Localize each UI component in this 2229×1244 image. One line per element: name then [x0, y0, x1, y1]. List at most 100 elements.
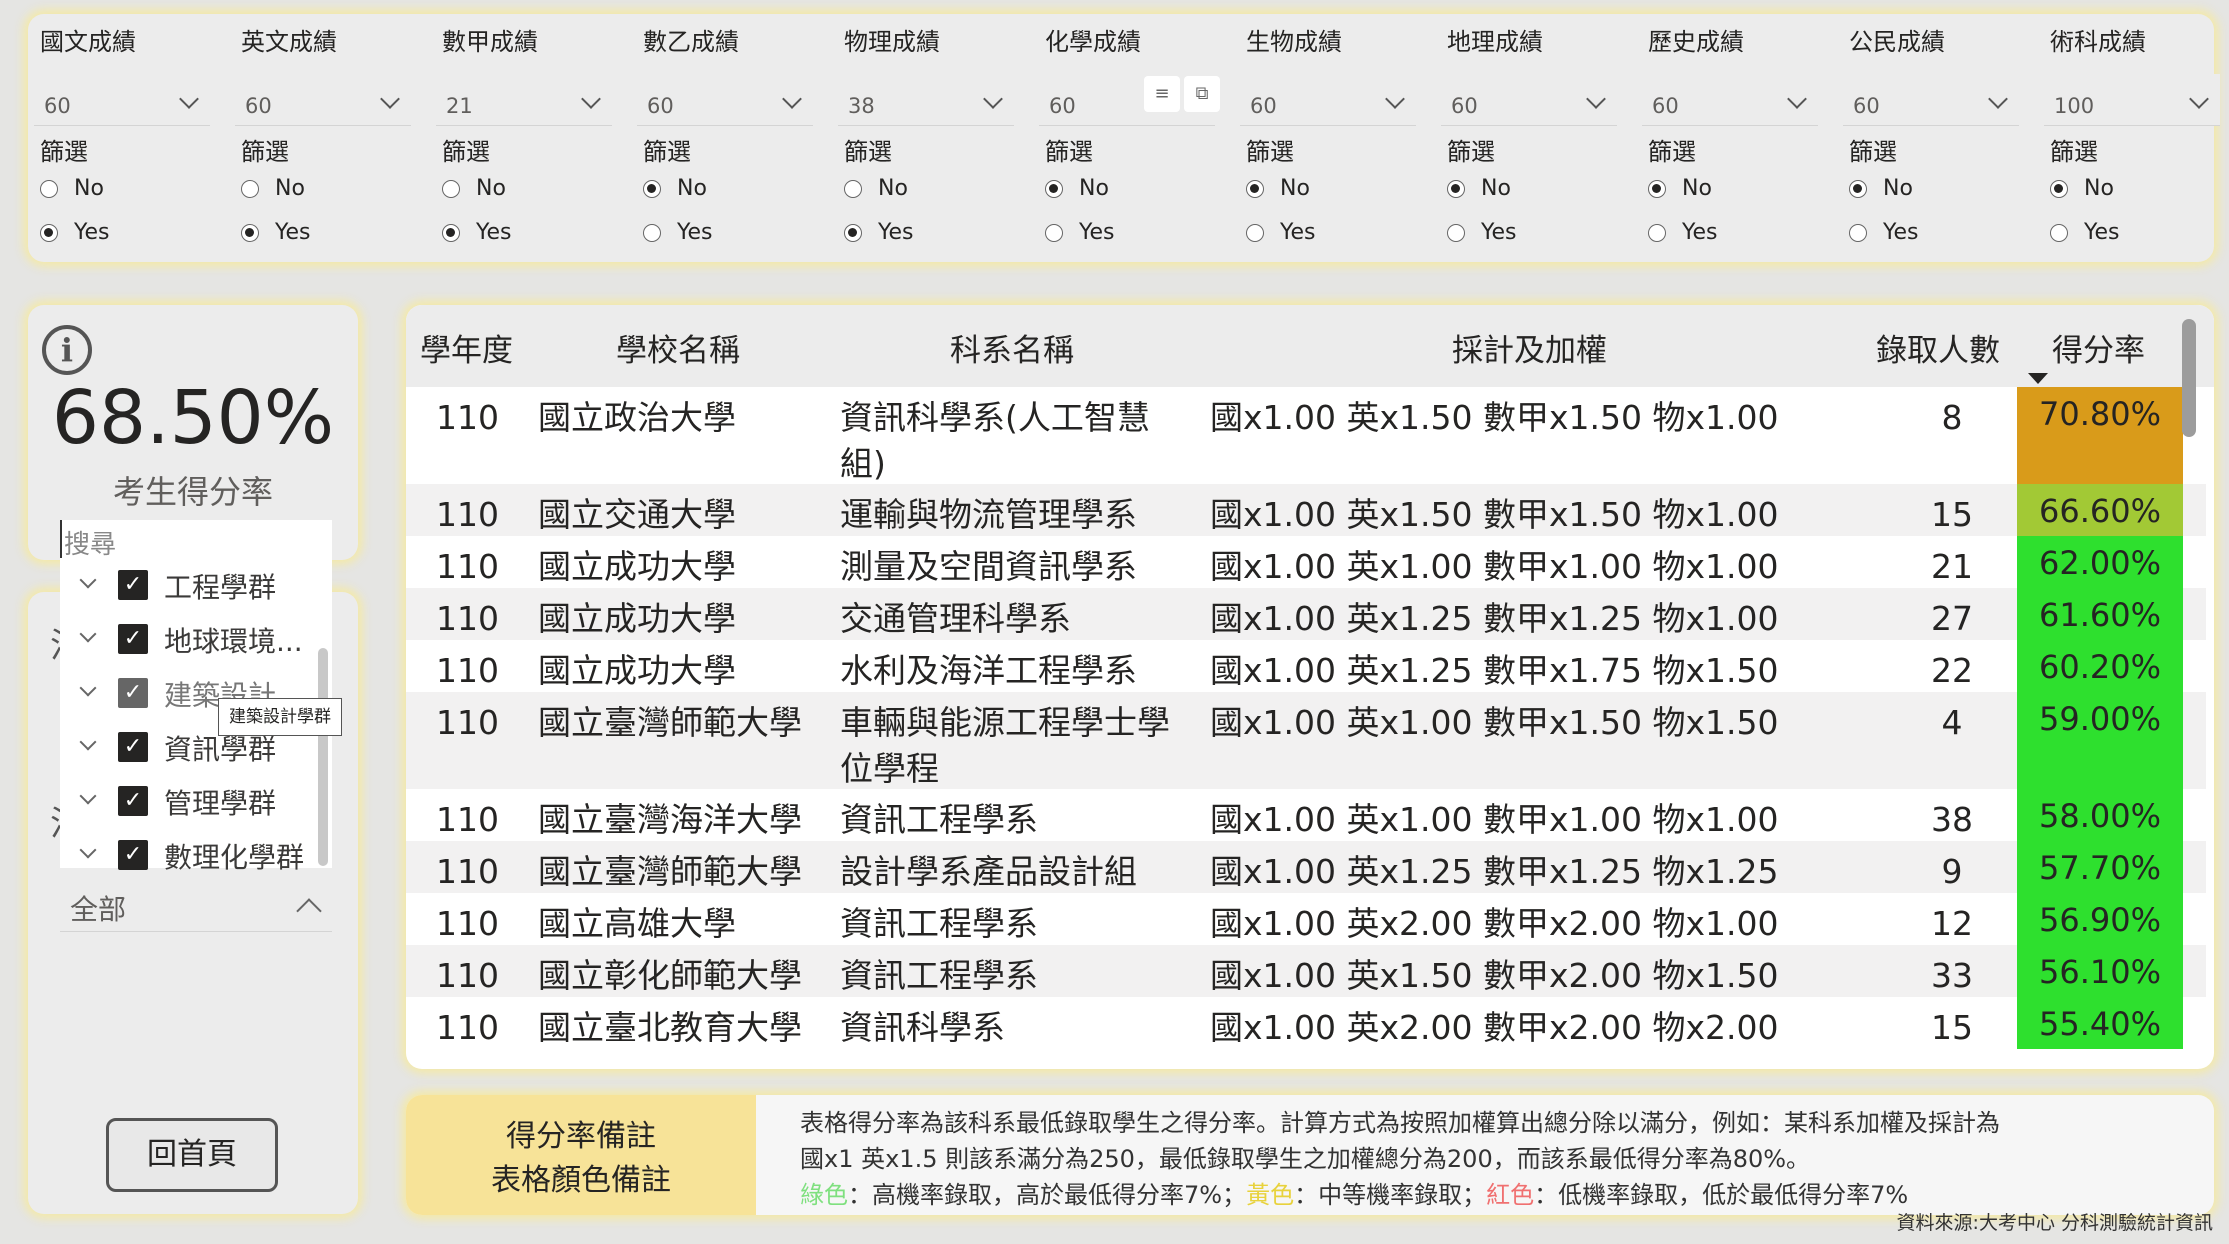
- table-row[interactable]: 110 國立成功大學 測量及空間資訊學系 國x1.00 英x1.00 數甲x1.00 …: [406, 536, 2206, 588]
- radio-button-icon[interactable]: [2050, 180, 2068, 198]
- radio-button-icon[interactable]: [844, 180, 862, 198]
- radio-no[interactable]: No: [241, 174, 401, 204]
- table-row[interactable]: 110 國立臺北教育大學 資訊科學系 國x1.00 英x2.00 數甲x2.00 物x…: [406, 997, 2206, 1049]
- radio-yes[interactable]: Yes: [241, 218, 401, 248]
- filter-icon[interactable]: ≡: [1144, 76, 1180, 112]
- radio-yes[interactable]: Yes: [40, 218, 200, 248]
- radio-no[interactable]: No: [1447, 174, 1607, 204]
- radio-button-icon[interactable]: [1447, 180, 1465, 198]
- radio-no[interactable]: No: [1849, 174, 2009, 204]
- table-row[interactable]: 110 國立臺灣師範大學 設計學系產品設計組 國x1.00 英x1.25 數甲x1.2…: [406, 841, 2206, 893]
- score-dropdown[interactable]: 60: [1240, 74, 1416, 126]
- slicer-search-input[interactable]: 搜尋: [60, 520, 332, 560]
- col-header-weights[interactable]: 採計及加權: [1452, 325, 1607, 370]
- radio-button-icon[interactable]: [241, 180, 259, 198]
- radio-no[interactable]: No: [643, 174, 803, 204]
- chevron-down-icon[interactable]: [983, 89, 1003, 109]
- radio-button-icon[interactable]: [2050, 224, 2068, 242]
- radio-yes[interactable]: Yes: [1447, 218, 1607, 248]
- info-icon[interactable]: i: [42, 325, 92, 375]
- radio-yes[interactable]: Yes: [643, 218, 803, 248]
- col-header-rate[interactable]: 得分率: [2052, 325, 2145, 370]
- table-row[interactable]: 110 國立政治大學 資訊科學系(人工智慧組) 國x1.00 英x1.50 數甲x1.…: [406, 387, 2206, 484]
- radio-button-icon[interactable]: [1447, 224, 1465, 242]
- slicer-item[interactable]: ✓ 工程學群: [60, 558, 310, 612]
- radio-button-icon[interactable]: [40, 224, 58, 242]
- col-header-school[interactable]: 學校名稱: [616, 325, 740, 370]
- radio-button-icon[interactable]: [1849, 224, 1867, 242]
- radio-button-icon[interactable]: [643, 180, 661, 198]
- radio-yes[interactable]: Yes: [442, 218, 602, 248]
- score-dropdown[interactable]: 100: [2044, 74, 2220, 126]
- radio-no[interactable]: No: [1246, 174, 1406, 204]
- score-dropdown[interactable]: 60: [1441, 74, 1617, 126]
- col-header-count[interactable]: 錄取人數: [1876, 325, 2000, 370]
- table-row[interactable]: 110 國立成功大學 交通管理科學系 國x1.00 英x1.25 數甲x1.25 物x…: [406, 588, 2206, 640]
- radio-button-icon[interactable]: [844, 224, 862, 242]
- chevron-down-icon[interactable]: [782, 89, 802, 109]
- slicer-item[interactable]: ✓ 地球環境...: [60, 612, 310, 666]
- radio-button-icon[interactable]: [1246, 180, 1264, 198]
- chevron-down-icon[interactable]: [1988, 89, 2008, 109]
- chevron-down-icon[interactable]: [79, 571, 97, 589]
- chevron-down-icon[interactable]: [581, 89, 601, 109]
- table-row[interactable]: 110 國立交通大學 運輸與物流管理學系 國x1.00 英x1.50 數甲x1.50 …: [406, 484, 2206, 536]
- table-row[interactable]: 110 國立彰化師範大學 資訊工程學系 國x1.00 英x1.50 數甲x2.00 物…: [406, 945, 2206, 997]
- radio-button-icon[interactable]: [1246, 224, 1264, 242]
- score-dropdown[interactable]: 38: [838, 74, 1014, 126]
- radio-yes[interactable]: Yes: [844, 218, 1004, 248]
- chevron-down-icon[interactable]: [179, 89, 199, 109]
- col-header-year[interactable]: 學年度: [420, 325, 513, 370]
- radio-no[interactable]: No: [1648, 174, 1808, 204]
- radio-no[interactable]: No: [40, 174, 200, 204]
- radio-yes[interactable]: Yes: [1246, 218, 1406, 248]
- score-dropdown[interactable]: 60: [1843, 74, 2019, 126]
- chevron-down-icon[interactable]: [1787, 89, 1807, 109]
- checkbox-checked-icon[interactable]: ✓: [118, 786, 148, 816]
- radio-button-icon[interactable]: [442, 180, 460, 198]
- radio-button-icon[interactable]: [643, 224, 661, 242]
- chevron-down-icon[interactable]: [380, 89, 400, 109]
- checkbox-checked-icon[interactable]: ✓: [118, 570, 148, 600]
- radio-yes[interactable]: Yes: [1045, 218, 1205, 248]
- chevron-down-icon[interactable]: [79, 787, 97, 805]
- score-dropdown[interactable]: 60: [1642, 74, 1818, 126]
- slicer-all-select[interactable]: 全部: [60, 878, 332, 932]
- table-scrollbar[interactable]: [2182, 319, 2196, 437]
- home-button[interactable]: 回首頁: [106, 1118, 278, 1192]
- radio-button-icon[interactable]: [40, 180, 58, 198]
- checkbox-checked-icon[interactable]: ✓: [118, 840, 148, 870]
- chevron-up-icon[interactable]: [296, 898, 322, 924]
- chevron-down-icon[interactable]: [1586, 89, 1606, 109]
- chevron-down-icon[interactable]: [2189, 89, 2209, 109]
- sort-desc-icon[interactable]: [2028, 373, 2048, 384]
- table-row[interactable]: 110 國立臺灣師範大學 車輛與能源工程學士學位學程 國x1.00 英x1.00 數甲…: [406, 692, 2206, 789]
- radio-yes[interactable]: Yes: [1648, 218, 1808, 248]
- table-row[interactable]: 110 國立高雄大學 資訊工程學系 國x1.00 英x2.00 數甲x2.00 物x1…: [406, 893, 2206, 945]
- radio-no[interactable]: No: [844, 174, 1004, 204]
- col-header-dept[interactable]: 科系名稱: [950, 325, 1074, 370]
- checkbox-checked-icon[interactable]: ✓: [118, 624, 148, 654]
- score-dropdown[interactable]: 60: [235, 74, 411, 126]
- radio-button-icon[interactable]: [442, 224, 460, 242]
- radio-yes[interactable]: Yes: [2050, 218, 2210, 248]
- checkbox-checked-icon[interactable]: ✓: [118, 732, 148, 762]
- chevron-down-icon[interactable]: [79, 625, 97, 643]
- chevron-down-icon[interactable]: [79, 679, 97, 697]
- chevron-down-icon[interactable]: [79, 733, 97, 751]
- chevron-down-icon[interactable]: [79, 841, 97, 859]
- radio-button-icon[interactable]: [241, 224, 259, 242]
- radio-button-icon[interactable]: [1045, 180, 1063, 198]
- score-dropdown[interactable]: 21: [436, 74, 612, 126]
- table-row[interactable]: 110 國立臺灣海洋大學 資訊工程學系 國x1.00 英x1.00 數甲x1.00 物…: [406, 789, 2206, 841]
- radio-no[interactable]: No: [1045, 174, 1205, 204]
- radio-no[interactable]: No: [2050, 174, 2210, 204]
- radio-yes[interactable]: Yes: [1849, 218, 2009, 248]
- slicer-item[interactable]: ✓ 數理化學群: [60, 828, 310, 882]
- table-row[interactable]: 110 國立成功大學 水利及海洋工程學系 國x1.00 英x1.25 數甲x1.75 …: [406, 640, 2206, 692]
- radio-button-icon[interactable]: [1849, 180, 1867, 198]
- chevron-down-icon[interactable]: [1385, 89, 1405, 109]
- focus-mode-icon[interactable]: ⧉: [1184, 76, 1220, 112]
- score-dropdown[interactable]: 60: [34, 74, 210, 126]
- slicer-item[interactable]: ✓ 管理學群: [60, 774, 310, 828]
